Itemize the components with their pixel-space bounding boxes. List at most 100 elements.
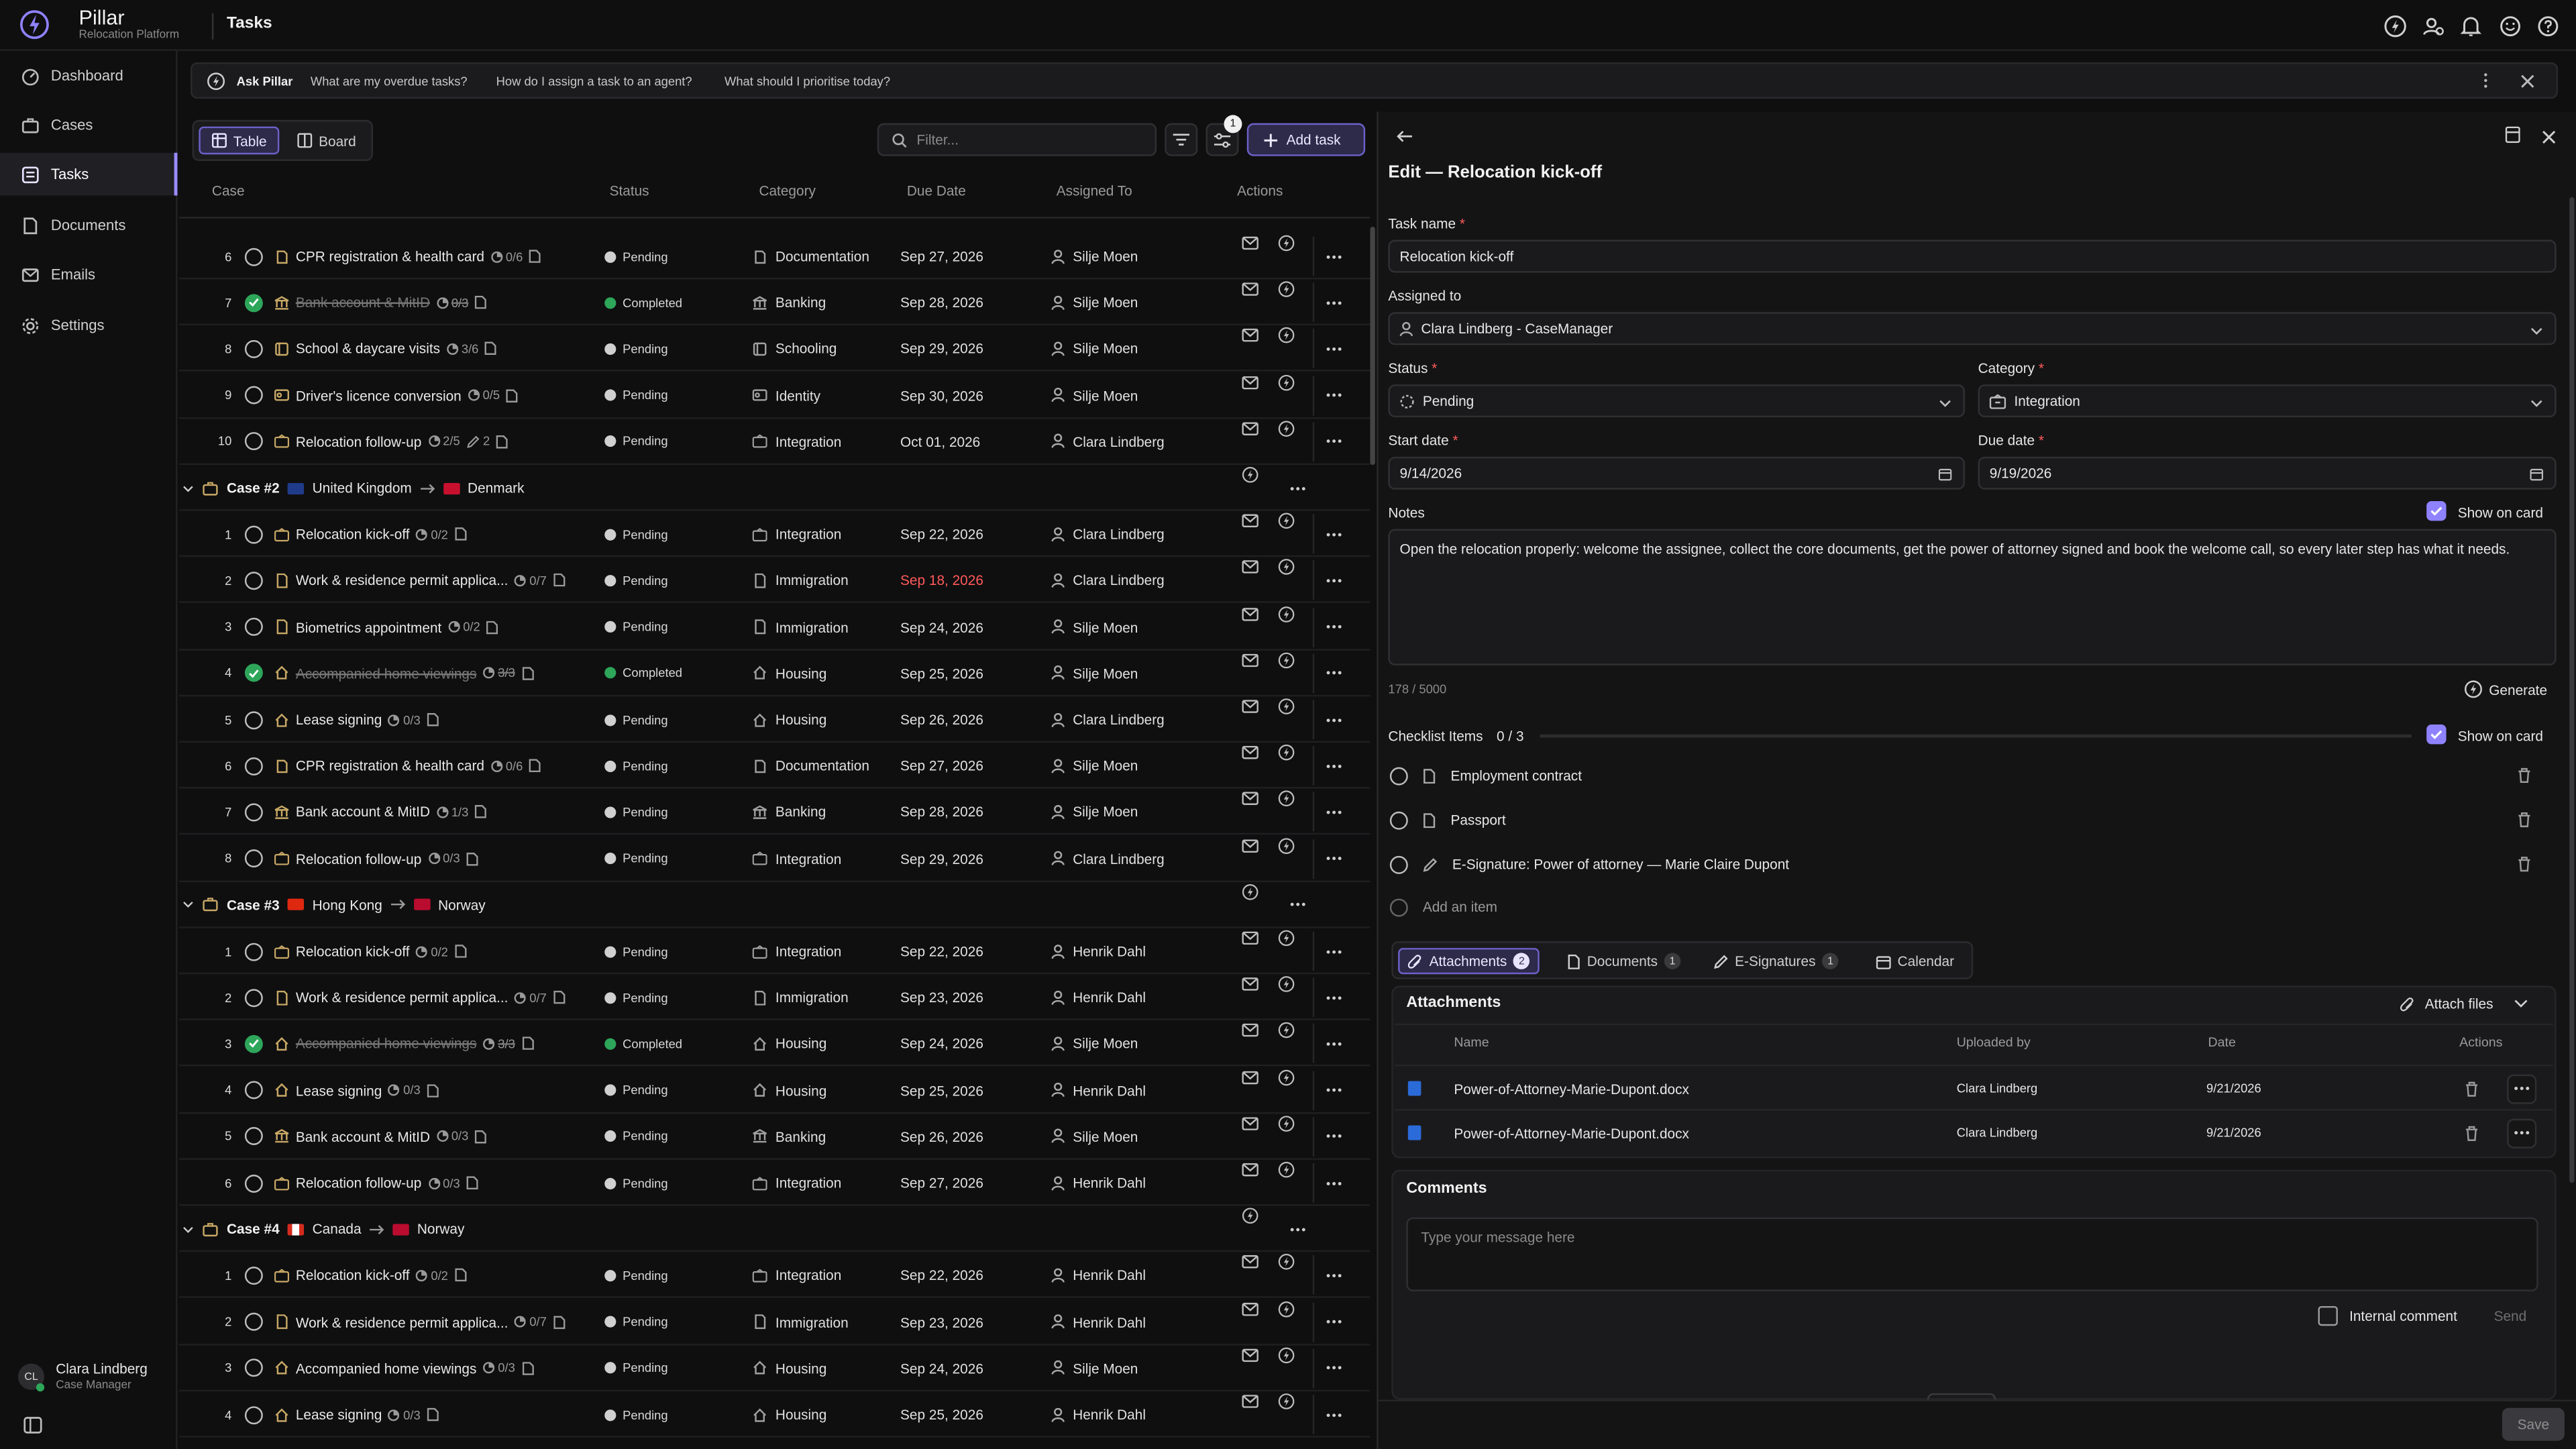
user-switch-icon[interactable]	[2420, 13, 2445, 38]
ai-action-icon[interactable]	[1277, 419, 1296, 438]
checklist-item-checkbox[interactable]	[1389, 855, 1408, 873]
more-horizontal-icon[interactable]	[1326, 1299, 1342, 1345]
task-complete-toggle[interactable]	[244, 339, 263, 358]
task-complete-toggle[interactable]	[244, 664, 263, 683]
column-header-assigned-to[interactable]: Assigned To	[1057, 182, 1132, 199]
ai-action-icon[interactable]	[1277, 928, 1296, 948]
email-action-icon[interactable]	[1240, 280, 1260, 299]
ai-action-icon[interactable]	[1277, 372, 1296, 392]
attach-files-button[interactable]: Attach files	[2425, 996, 2493, 1012]
task-name[interactable]: Relocation kick-off 0/2	[273, 1252, 466, 1299]
attachment-row[interactable]: Power-of-Attorney-Marie-Dupont.docx Clar…	[1395, 1109, 2553, 1153]
more-vertical-icon[interactable]	[2477, 72, 2493, 89]
tab-attachments[interactable]: Attachments 2	[1398, 948, 1540, 975]
task-complete-toggle[interactable]	[244, 803, 263, 822]
more-horizontal-icon[interactable]	[1326, 1252, 1342, 1299]
task-name[interactable]: Relocation follow-up 0/3	[273, 836, 478, 882]
task-complete-toggle[interactable]	[244, 849, 263, 868]
task-name[interactable]: Lease signing 0/3	[273, 696, 439, 743]
task-complete-toggle[interactable]	[244, 1266, 263, 1285]
tab-e-signatures[interactable]: E-Signatures 1	[1705, 948, 1847, 974]
task-complete-toggle[interactable]	[244, 1359, 263, 1377]
task-name[interactable]: Lease signing 0/3	[273, 1067, 439, 1114]
table-row[interactable]: 4 Lease signing 0/3 Pending Housing Sep 25, 2…	[178, 1067, 1371, 1114]
task-complete-toggle[interactable]	[244, 618, 263, 636]
tab-documents[interactable]: Documents 1	[1559, 948, 1688, 974]
task-complete-toggle[interactable]	[244, 1127, 263, 1146]
collapse-panel-icon[interactable]	[2502, 125, 2522, 144]
task-name[interactable]: Accompanied home viewings 0/3	[273, 1345, 533, 1391]
task-name[interactable]: Biometrics appointment 0/2	[273, 604, 498, 650]
more-horizontal-icon[interactable]	[1326, 1391, 1342, 1438]
task-name-input[interactable]: Relocation kick-off	[1388, 239, 2557, 273]
task-complete-toggle[interactable]	[244, 710, 263, 729]
internal-comment-checkbox[interactable]	[2318, 1305, 2338, 1326]
task-name[interactable]: Relocation follow-up 2/5 2	[273, 419, 508, 465]
more-horizontal-icon[interactable]	[1326, 1021, 1342, 1067]
more-horizontal-icon[interactable]	[2507, 1073, 2537, 1104]
more-horizontal-icon[interactable]	[1326, 743, 1342, 789]
panel-scrollbar[interactable]	[2569, 197, 2575, 1183]
comment-input[interactable]: Type your message here	[1406, 1217, 2538, 1291]
ai-action-icon[interactable]	[1277, 326, 1296, 345]
task-name[interactable]: Lease signing 0/3	[273, 1391, 439, 1438]
table-row[interactable]: 9 Driver's licence conversion 0/5 Pending Id…	[178, 372, 1371, 419]
task-name[interactable]: Work & residence permit applica... 0/7	[273, 975, 565, 1021]
task-name[interactable]: Work & residence permit applica... 0/7	[273, 557, 565, 604]
table-row[interactable]: 7 Bank account & MitID 0/3 Completed Banking…	[178, 280, 1371, 326]
ai-action-icon[interactable]	[1277, 1114, 1296, 1133]
task-complete-toggle[interactable]	[244, 1173, 263, 1192]
more-horizontal-icon[interactable]	[1326, 928, 1342, 975]
trash-icon[interactable]	[2515, 812, 2531, 828]
status-select[interactable]: Pending	[1388, 384, 1966, 418]
more-horizontal-icon[interactable]	[1326, 975, 1342, 1021]
task-name[interactable]: Accompanied home viewings 3/3	[273, 650, 533, 696]
table-row[interactable]: 5 Bank account & MitID 0/3 Pending Banking Se…	[178, 1114, 1371, 1160]
attachment-name[interactable]: Power-of-Attorney-Marie-Dupont.docx	[1454, 1066, 1689, 1110]
sidebar-item-cases[interactable]: Cases	[0, 103, 177, 146]
task-complete-toggle[interactable]	[244, 293, 263, 312]
task-name[interactable]: Relocation follow-up 0/3	[273, 1160, 478, 1206]
ai-action-icon[interactable]	[1277, 511, 1296, 531]
email-action-icon[interactable]	[1240, 836, 1260, 855]
table-row[interactable]: 1 Relocation kick-off 0/2 Pending Integratio…	[178, 1252, 1371, 1299]
more-horizontal-icon[interactable]	[1326, 1114, 1342, 1160]
more-horizontal-icon[interactable]	[1326, 836, 1342, 882]
task-complete-toggle[interactable]	[244, 1312, 263, 1331]
assigned-to-select[interactable]: Clara Lindberg - CaseManager	[1388, 312, 2557, 345]
table-row[interactable]: 1 Relocation kick-off 0/2 Pending Integratio…	[178, 928, 1371, 975]
task-name[interactable]: Work & residence permit applica... 0/7	[273, 1299, 565, 1345]
sidebar-item-settings[interactable]: Settings	[0, 304, 177, 347]
task-complete-toggle[interactable]	[244, 1081, 263, 1099]
table-row[interactable]: 7 Bank account & MitID 1/3 Pending Banking Se…	[178, 789, 1371, 836]
category-select[interactable]: Integration	[1978, 384, 2557, 418]
more-horizontal-icon[interactable]	[1289, 882, 1305, 928]
task-name[interactable]: Accompanied home viewings 3/3	[273, 1021, 533, 1067]
task-complete-toggle[interactable]	[244, 571, 263, 590]
chevron-down-icon[interactable]	[182, 1225, 194, 1233]
table-row[interactable]: 10 Relocation follow-up 2/5 2 Pending Integra…	[178, 419, 1371, 465]
attachment-name[interactable]: Power-of-Attorney-Marie-Dupont.docx	[1454, 1111, 1689, 1155]
ai-assistant-icon[interactable]	[2382, 13, 2407, 38]
ai-action-icon[interactable]	[1240, 1206, 1260, 1226]
table-row[interactable]: 6 CPR registration & health card 0/6 Pendin…	[178, 743, 1371, 789]
ai-action-icon[interactable]	[1277, 696, 1296, 716]
email-action-icon[interactable]	[1240, 1299, 1260, 1318]
table-row[interactable]: 2 Work & residence permit applica... 0/7 Pe…	[178, 557, 1371, 604]
table-row[interactable]: 5 Lease signing 0/3 Pending Housing Sep 26, 2…	[178, 696, 1371, 743]
email-action-icon[interactable]	[1240, 1391, 1260, 1411]
case-group-row[interactable]: Case #3 Hong Kong Norway	[178, 882, 1371, 928]
more-horizontal-icon[interactable]	[1326, 326, 1342, 372]
generate-button[interactable]: Generate	[2489, 682, 2547, 698]
task-name[interactable]: School & daycare visits 3/6	[273, 326, 497, 372]
ai-action-icon[interactable]	[1277, 557, 1296, 577]
email-action-icon[interactable]	[1240, 326, 1260, 345]
more-horizontal-icon[interactable]	[1326, 233, 1342, 280]
pillar-logo-icon[interactable]	[19, 10, 49, 40]
task-complete-toggle[interactable]	[244, 1034, 263, 1053]
email-action-icon[interactable]	[1240, 233, 1260, 253]
filter-options-button[interactable]	[1165, 123, 1198, 156]
task-name[interactable]: Bank account & MitID 0/3	[273, 1114, 487, 1160]
email-action-icon[interactable]	[1240, 372, 1260, 392]
table-row[interactable]: 2 Work & residence permit applica... 0/7 Pe…	[178, 975, 1371, 1021]
